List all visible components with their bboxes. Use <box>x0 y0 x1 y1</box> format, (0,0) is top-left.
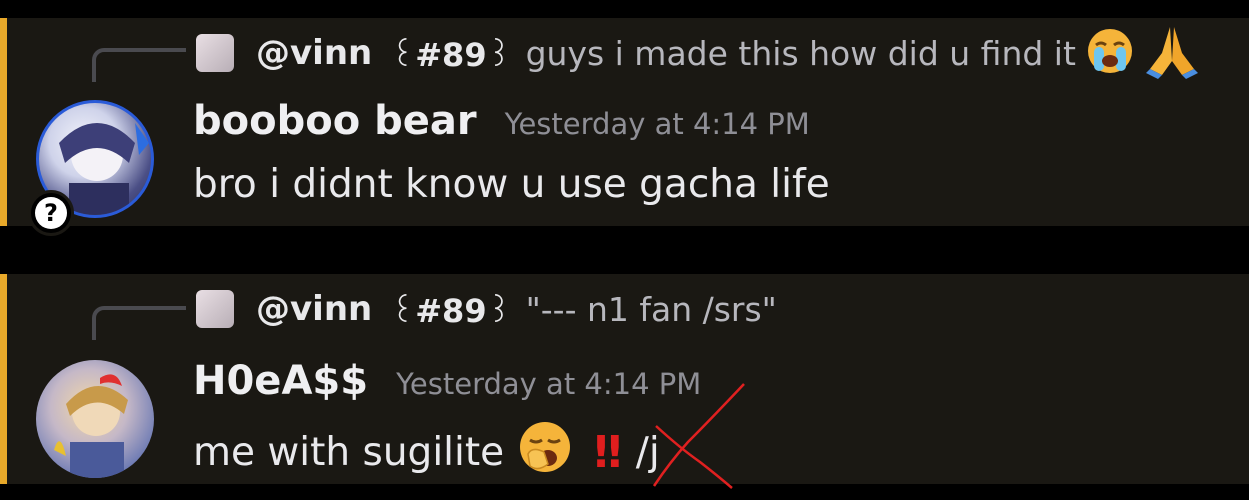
message-1[interactable]: @vinn ꒰#89꒱ guys i made this how did u f… <box>0 18 1249 236</box>
reply-text[interactable]: guys i made this how did u find it <box>526 34 1076 73</box>
highlight-bar <box>0 18 7 226</box>
message-content: me with sugilite ‼ /j <box>193 420 660 484</box>
reply-preview[interactable]: @vinn ꒰#89꒱ "--- n1 fan /srs" <box>196 284 777 334</box>
message-text: me with sugilite <box>193 429 505 475</box>
message-content: bro i didnt know u use gacha life <box>193 162 830 207</box>
status-badge: ? <box>28 190 74 236</box>
yawning-face-icon <box>518 420 572 484</box>
reply-text[interactable]: "--- n1 fan /srs" <box>526 290 777 329</box>
author-name[interactable]: booboo bear <box>193 98 477 144</box>
reply-connector <box>92 306 186 340</box>
reply-connector <box>92 48 186 82</box>
crying-face-icon <box>1086 27 1134 79</box>
highlight-bar <box>0 274 7 484</box>
reply-avatar[interactable] <box>196 34 234 72</box>
avatar-art <box>54 374 128 478</box>
reply-mention[interactable]: @vinn <box>256 33 372 73</box>
user-avatar[interactable] <box>36 360 154 478</box>
reply-tag: ꒰#89꒱ <box>390 292 512 330</box>
message-header: booboo bear Yesterday at 4:14 PM <box>193 98 810 144</box>
reply-avatar[interactable] <box>196 290 234 328</box>
timestamp[interactable]: Yesterday at 4:14 PM <box>505 107 810 141</box>
double-exclamation-icon: ‼ <box>594 426 622 478</box>
reply-preview[interactable]: @vinn ꒰#89꒱ guys i made this how did u f… <box>196 27 1200 79</box>
red-scribble-x <box>652 383 745 489</box>
author-name[interactable]: H0eA$$ <box>193 358 368 404</box>
message-header: H0eA$$ Yesterday at 4:14 PM <box>193 358 701 404</box>
reply-tag: ꒰#89꒱ <box>390 36 512 74</box>
question-icon: ? <box>35 197 67 229</box>
reply-mention[interactable]: @vinn <box>256 289 372 329</box>
message-2[interactable]: @vinn ꒰#89꒱ "--- n1 fan /srs" H0eA$$ Yes… <box>0 274 1249 489</box>
folded-hands-icon <box>1144 23 1200 83</box>
